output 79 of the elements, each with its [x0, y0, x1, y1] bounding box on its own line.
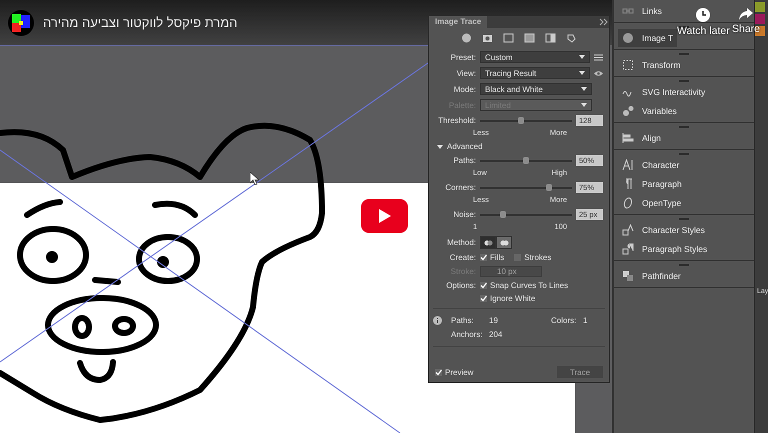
checkbox[interactable]: Ignore White [480, 294, 536, 303]
panel-item[interactable]: Transform [618, 56, 684, 74]
eye-icon[interactable] [594, 70, 603, 76]
panel-item[interactable]: Pathfinder [618, 267, 685, 285]
method-button[interactable] [480, 236, 496, 249]
overlay-label[interactable]: Watch later [677, 25, 730, 37]
slider-label: Noise: [452, 210, 476, 219]
dropdown-arrow-icon [579, 71, 585, 75]
field-label: View: [456, 68, 476, 78]
slider-thumb[interactable] [546, 184, 552, 190]
dropdown-arrow-icon [581, 87, 587, 91]
video-title[interactable]: המרת פיקסל לווקטור וצביעה מהירה [43, 15, 238, 30]
panel-tab[interactable]: Image Trace [429, 16, 488, 28]
collapse-icon[interactable] [599, 18, 609, 26]
panel-item[interactable]: OpenType [618, 194, 686, 212]
styles-icon [622, 224, 634, 236]
slider-thumb[interactable] [523, 156, 529, 164]
field-label: Create: [448, 253, 476, 262]
stat-value: 19 [489, 316, 499, 325]
pathfinder-icon [622, 270, 634, 282]
gradient-icon[interactable] [524, 33, 535, 43]
checkmark-icon [435, 368, 442, 376]
checkbox[interactable]: Preview [435, 368, 474, 376]
panel-item[interactable]: Align [618, 129, 665, 147]
stat-label: Paths: [451, 316, 475, 325]
field-label: Preset: [450, 52, 476, 62]
slider-label: Corners: [444, 183, 476, 192]
method-button[interactable] [496, 236, 512, 249]
panel-item[interactable]: Variables [618, 102, 681, 120]
panel-item[interactable]: Links [618, 2, 666, 20]
slider-label: Paths: [452, 156, 476, 165]
panel-item[interactable]: Paragraph [618, 175, 686, 193]
styles-icon [622, 243, 634, 255]
menu-icon[interactable] [594, 54, 603, 60]
share-icon[interactable] [739, 8, 754, 20]
color-swatch[interactable] [755, 14, 765, 24]
play-button[interactable] [361, 199, 408, 233]
cursor-icon [250, 172, 259, 185]
slider-thumb[interactable] [518, 116, 524, 124]
clock-icon[interactable] [696, 8, 710, 22]
panel-item[interactable]: Image T [618, 29, 678, 47]
stat-label: Colors: [551, 316, 578, 325]
dropdown[interactable]: Tracing Result [480, 67, 590, 79]
stat-value: 1 [583, 316, 588, 325]
color-swatch[interactable] [755, 2, 765, 12]
dotted-square-icon [622, 59, 634, 71]
disclosure-triangle-icon[interactable] [437, 144, 443, 150]
field-label: Options: [445, 281, 476, 290]
info-icon [433, 316, 442, 325]
slider-label: Threshold: [437, 116, 476, 125]
stat-label: Anchors: [451, 330, 484, 339]
camera-icon[interactable] [482, 33, 493, 43]
checkmark-icon [480, 254, 487, 261]
auto-color-icon[interactable] [461, 33, 472, 43]
letter-icon [622, 159, 634, 171]
stat-value: 204 [489, 330, 504, 339]
italic-o-icon [622, 197, 634, 209]
gears-icon [622, 105, 634, 117]
align-icon [622, 132, 634, 144]
channel-logo[interactable] [8, 10, 34, 36]
panel-item[interactable]: Character [618, 156, 684, 174]
half-square-icon[interactable] [545, 33, 556, 43]
panel-item[interactable]: SVG Interactivity [618, 83, 710, 101]
panel-item[interactable]: Paragraph Styles [618, 240, 712, 258]
circle-icon [622, 32, 634, 44]
dropdown-arrow-icon [579, 55, 585, 59]
field-label: Method: [446, 238, 476, 247]
checkbox[interactable]: Snap Curves To Lines [480, 281, 568, 290]
slider-thumb[interactable] [500, 210, 506, 218]
checkbox[interactable]: Strokes [514, 253, 552, 262]
grid-icon[interactable] [503, 33, 514, 43]
field-label: Mode: [452, 84, 476, 94]
checkbox[interactable]: Fills [480, 253, 504, 262]
section-label[interactable]: Advanced [447, 142, 483, 151]
panel-item[interactable]: Character Styles [618, 221, 709, 239]
dropdown-arrow-icon [581, 103, 587, 107]
dropdown[interactable]: Black and White [480, 83, 592, 95]
dropdown[interactable]: Custom [480, 51, 590, 63]
outline-shape-icon[interactable] [566, 33, 577, 43]
